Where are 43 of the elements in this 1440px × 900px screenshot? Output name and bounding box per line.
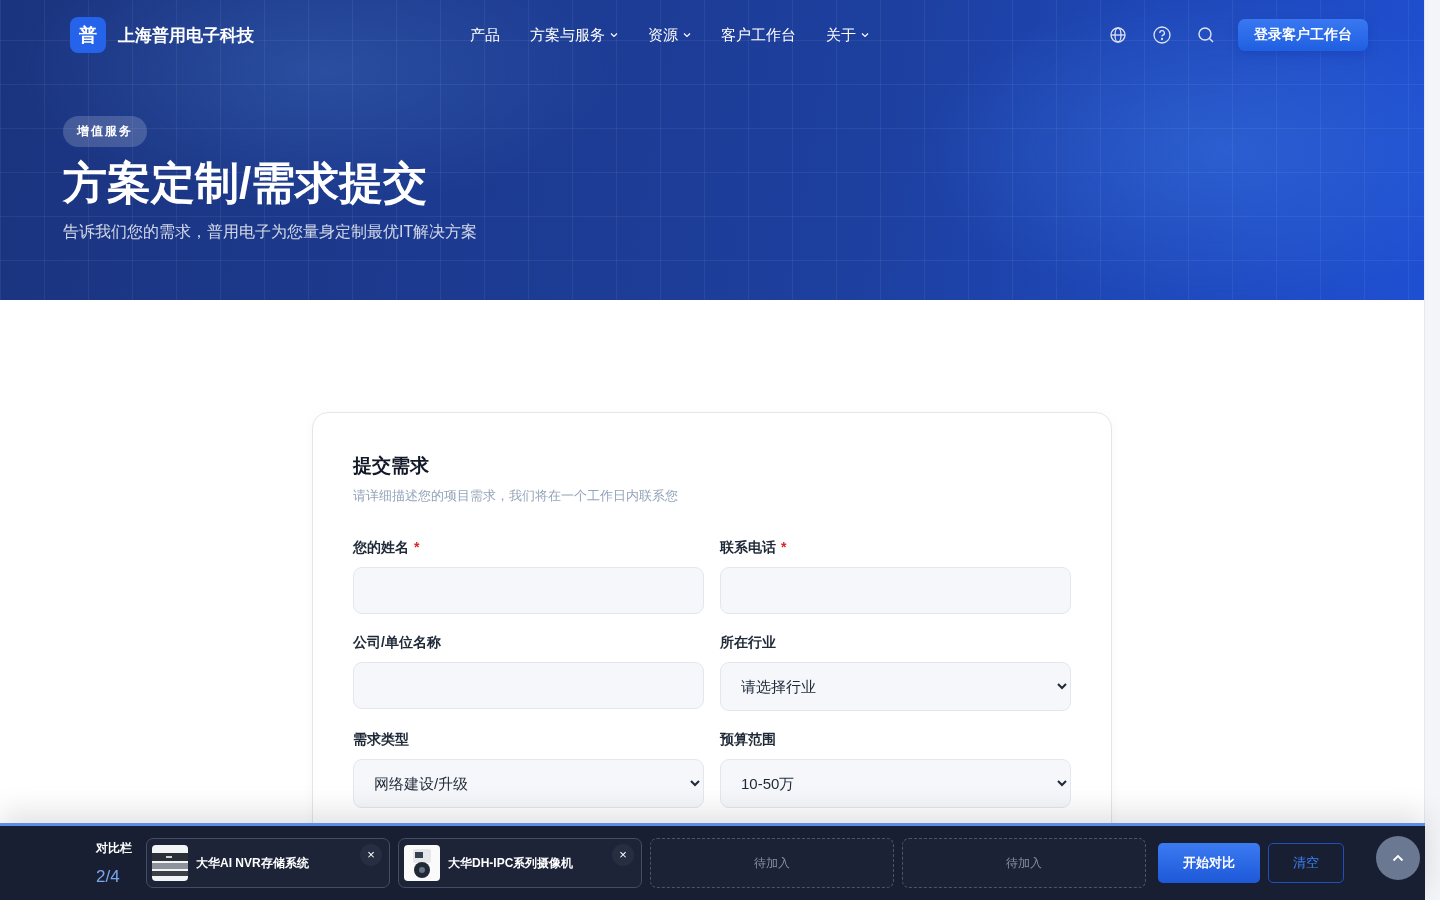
remove-button[interactable]: ×	[612, 844, 634, 866]
start-compare-button[interactable]: 开始对比	[1158, 843, 1260, 883]
required-mark: *	[414, 539, 420, 557]
empty-slot: 待加入	[902, 838, 1146, 888]
form-title: 提交需求	[353, 454, 430, 478]
dropdown-field[interactable]: 10-50万	[720, 759, 1071, 808]
compare-title: 对比栏	[96, 839, 133, 857]
brand-name: 上海普用电子科技	[118, 24, 254, 47]
field-label: 您的姓名	[353, 539, 409, 557]
product-name: 大华DH-IPC系列摄像机	[448, 854, 574, 872]
field-label: 预算范围	[720, 731, 776, 749]
clear-button[interactable]: 清空	[1268, 843, 1344, 883]
remove-button[interactable]: ×	[360, 844, 382, 866]
field-label: 联系电话	[720, 539, 776, 557]
field-label: 需求类型	[353, 731, 409, 749]
dropdown-field[interactable]: 网络建设/升级	[353, 759, 704, 808]
logo[interactable]: 普	[70, 17, 106, 53]
field-label: 所在行业	[720, 634, 776, 652]
compare-count: 2/4	[96, 866, 121, 887]
nav-item[interactable]: 资源	[648, 25, 691, 45]
login-button[interactable]: 登录客户工作台	[1238, 19, 1368, 51]
page-title: 方案定制/需求提交	[63, 157, 429, 209]
chevron-down-icon	[610, 32, 618, 38]
category-tag: 增值服务	[63, 116, 147, 147]
product-name: 大华AI NVR存储系统	[196, 854, 309, 872]
help-icon[interactable]	[1150, 23, 1174, 47]
nav-item[interactable]: 产品	[470, 25, 500, 45]
nav-item[interactable]: 方案与服务	[530, 25, 618, 45]
dropdown-field[interactable]: 请选择行业	[720, 662, 1071, 711]
form-description: 请详细描述您的项目需求，我们将在一个工作日内联系您	[353, 487, 679, 505]
input-field[interactable]	[720, 567, 1071, 614]
nav-item[interactable]: 关于	[826, 25, 869, 45]
scrollbar-track[interactable]	[1424, 0, 1440, 900]
chevron-up-icon	[1392, 854, 1404, 862]
nav-item[interactable]: 客户工作台	[721, 25, 796, 45]
input-field[interactable]	[353, 567, 704, 614]
field-label: 公司/单位名称	[353, 634, 441, 652]
input-field[interactable]	[353, 662, 704, 709]
chevron-down-icon	[683, 32, 691, 38]
chevron-down-icon	[861, 32, 869, 38]
page-subtitle: 告诉我们您的需求，普用电子为您量身定制最优IT解决方案	[63, 221, 479, 242]
empty-slot: 待加入	[650, 838, 894, 888]
required-mark: *	[781, 539, 787, 557]
